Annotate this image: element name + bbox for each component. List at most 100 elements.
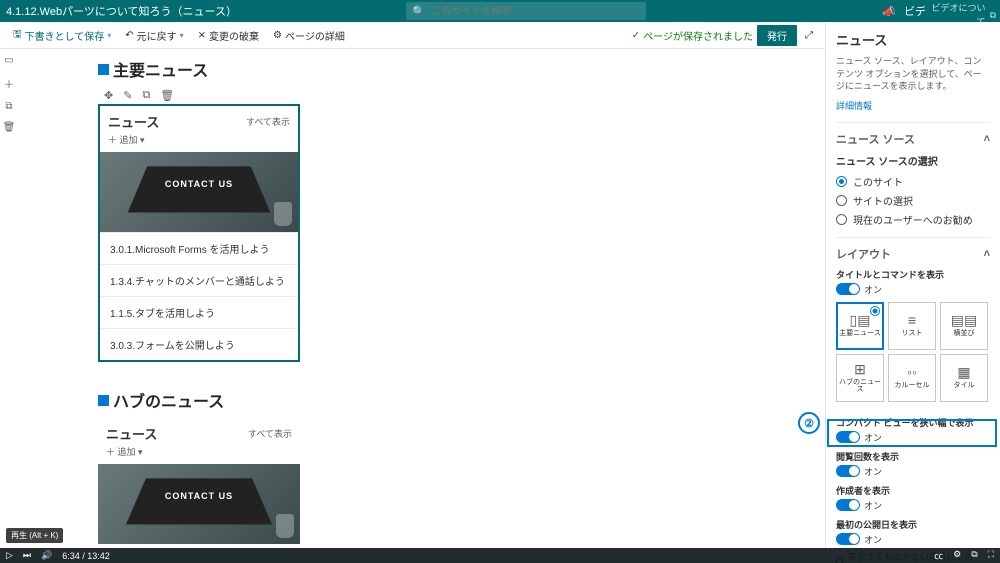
command-bar: 🖫下書きとして保存▾ ↶元に戻す▾ ⨯変更の破棄 ⚙ページの詳細 ✓ページが保存…: [0, 22, 825, 49]
time-display: 6:34 / 13:42: [62, 551, 110, 561]
radio-on-icon: [836, 176, 847, 187]
show-all-link[interactable]: すべて表示: [246, 115, 290, 128]
layout-tiles[interactable]: ▦タイル: [940, 354, 988, 402]
news-hero-image[interactable]: [98, 464, 300, 544]
search-icon: 🔍: [412, 5, 426, 18]
copy-icon[interactable]: ⧉: [5, 101, 12, 112]
chevron-down-icon: ▾: [140, 135, 145, 145]
layout-sidebyside[interactable]: ▤▤横並び: [940, 302, 988, 350]
news-item[interactable]: 1.1.5.タブを活用しよう: [100, 296, 298, 328]
add-news-link[interactable]: ＋ 追加 ▾: [98, 445, 300, 464]
add-news-link[interactable]: ＋ 追加 ▾: [100, 133, 298, 152]
annotation-badge-2: ②: [798, 412, 820, 434]
switch-on-icon: [836, 465, 860, 477]
suite-header: 4.1.12.Webパーツについて知ろう（ニュース） 🔍 📣 ビデオの設定: [0, 0, 1000, 22]
authoring-toolstrip: ▭ ＋ ⧉ 🗑: [0, 49, 18, 133]
layout-top-story[interactable]: ▯▤主要ニュース: [836, 302, 884, 350]
delete-icon[interactable]: 🗑: [3, 122, 16, 133]
page-details-button[interactable]: ⚙ページの詳細: [268, 26, 350, 45]
add-icon[interactable]: ＋: [4, 76, 14, 91]
radio-select-sites[interactable]: サイトの選択: [836, 193, 990, 208]
toggle-title-label: タイトルとコマンドを表示: [836, 268, 990, 281]
cc-icon[interactable]: ㏄: [934, 549, 943, 562]
radio-off-icon: [836, 195, 847, 206]
news-hero-image[interactable]: [100, 152, 298, 232]
toggle-compact-view[interactable]: オン: [836, 431, 990, 444]
undo-button[interactable]: ↶元に戻す▾: [120, 26, 188, 45]
publish-button[interactable]: 発行: [757, 25, 797, 46]
pip-icon[interactable]: ⧉: [971, 549, 977, 562]
toggle-compact-label: コンパクト ビューを狭い幅で表示: [836, 416, 990, 429]
webpart-toolbar: ✥ ✎ ⧉ 🗑: [98, 87, 825, 104]
toggle-author-label: 作成者を表示: [836, 484, 990, 497]
show-all-link[interactable]: すべて表示: [248, 427, 292, 440]
layout-list[interactable]: ≡リスト: [888, 302, 936, 350]
play-icon[interactable]: ▷: [6, 550, 13, 561]
expand-icon[interactable]: ⤢: [801, 28, 817, 43]
pane-title: ニュース: [836, 30, 990, 49]
radio-recommended[interactable]: 現在のユーザーへのお勧め: [836, 212, 990, 227]
page-title: 4.1.12.Webパーツについて知ろう（ニュース）: [6, 3, 237, 19]
chevron-down-icon: ▾: [180, 31, 184, 40]
section-heading-1: 主要ニュース: [98, 57, 825, 81]
square-bullet-icon: [98, 395, 109, 406]
news-item[interactable]: 3.0.1.Microsoft Forms を活用しよう: [100, 232, 298, 264]
source-subhead: ニュース ソースの選択: [836, 153, 990, 168]
news-webpart[interactable]: ニュース すべて表示 ＋ 追加 ▾: [98, 418, 300, 544]
layout-icon: ≡: [908, 313, 916, 327]
popout-icon: ⧉: [990, 9, 996, 23]
property-pane: ニュース ニュース ソース、レイアウト、コンテンツ オプションを選択して、ページ…: [825, 22, 1000, 563]
switch-on-icon: [836, 431, 860, 443]
undo-icon: ↶: [125, 30, 133, 41]
details-icon: ⚙: [273, 30, 282, 41]
video-player-controls: 再生 (Alt + K) ▷ ⏭ 🔊 6:34 / 13:42 ㏄ ⚙ ⧉ ⛶: [0, 533, 1000, 563]
discard-button[interactable]: ⨯変更の破棄: [193, 26, 264, 45]
toggle-views-label: 閲覧回数を表示: [836, 450, 990, 463]
layout-icon: ▯▤: [850, 313, 871, 327]
section-icon[interactable]: ▭: [4, 55, 13, 66]
discard-icon: ⨯: [198, 30, 206, 41]
toggle-pubdate-label: 最初の公開日を表示: [836, 518, 990, 531]
switch-on-icon: [836, 499, 860, 511]
chevron-down-icon: ▾: [138, 447, 143, 457]
megaphone-icon[interactable]: 📣: [882, 5, 896, 18]
fullscreen-icon[interactable]: ⛶: [988, 549, 994, 562]
square-bullet-icon: [98, 64, 109, 75]
news-webpart-selected[interactable]: ニュース すべて表示 ＋ 追加 ▾ 3.0.1.Microsoft Forms …: [98, 104, 300, 362]
chevron-up-icon: ˄: [984, 133, 990, 145]
layout-hub[interactable]: ⊞ハブのニュース: [836, 354, 884, 402]
news-title: ニュース: [106, 424, 157, 443]
save-icon: 🖫: [13, 27, 22, 44]
site-search[interactable]: 🔍: [406, 2, 646, 20]
layout-icon: ▤▤: [951, 313, 977, 327]
play-hint: 再生 (Alt + K): [6, 528, 63, 543]
news-item[interactable]: 3.0.3.フォームを公開しよう: [100, 328, 298, 360]
learn-more-link[interactable]: 詳細情報: [836, 99, 990, 112]
toggle-show-views[interactable]: オン: [836, 465, 990, 478]
news-item[interactable]: 1.3.4.チャットのメンバーと通話しよう: [100, 264, 298, 296]
gear-icon[interactable]: ⚙: [953, 549, 961, 562]
news-title: ニュース: [108, 112, 159, 131]
edit-icon[interactable]: ✎: [123, 89, 132, 102]
layout-carousel[interactable]: ◦◦カルーセル: [888, 354, 936, 402]
group-layout[interactable]: レイアウト˄: [836, 246, 990, 262]
delete-icon[interactable]: 🗑: [160, 89, 174, 102]
chevron-up-icon: ˄: [984, 248, 990, 260]
skip-icon[interactable]: ⏭: [23, 550, 31, 561]
move-icon[interactable]: ✥: [104, 89, 113, 102]
search-input[interactable]: [432, 6, 640, 17]
layout-icon: ◦◦: [907, 365, 917, 379]
toggle-show-author[interactable]: オン: [836, 499, 990, 512]
volume-icon[interactable]: 🔊: [41, 550, 52, 561]
group-news-source[interactable]: ニュース ソース˄: [836, 131, 990, 147]
radio-off-icon: [836, 214, 847, 225]
save-draft-button[interactable]: 🖫下書きとして保存▾: [8, 25, 116, 46]
radio-this-site[interactable]: このサイト: [836, 174, 990, 189]
saved-status: ✓ページが保存されました: [632, 28, 753, 43]
check-icon: ✓: [632, 30, 640, 41]
page-canvas: 主要ニュース ✥ ✎ ⧉ 🗑 ニュース すべて表示 ＋ 追加 ▾ 3.0.1.M…: [18, 49, 825, 563]
duplicate-icon[interactable]: ⧉: [142, 89, 150, 102]
toggle-title-commands[interactable]: オン: [836, 283, 990, 296]
chevron-down-icon: ▾: [107, 31, 111, 40]
pane-description: ニュース ソース、レイアウト、コンテンツ オプションを選択して、ページにニュース…: [836, 55, 990, 93]
